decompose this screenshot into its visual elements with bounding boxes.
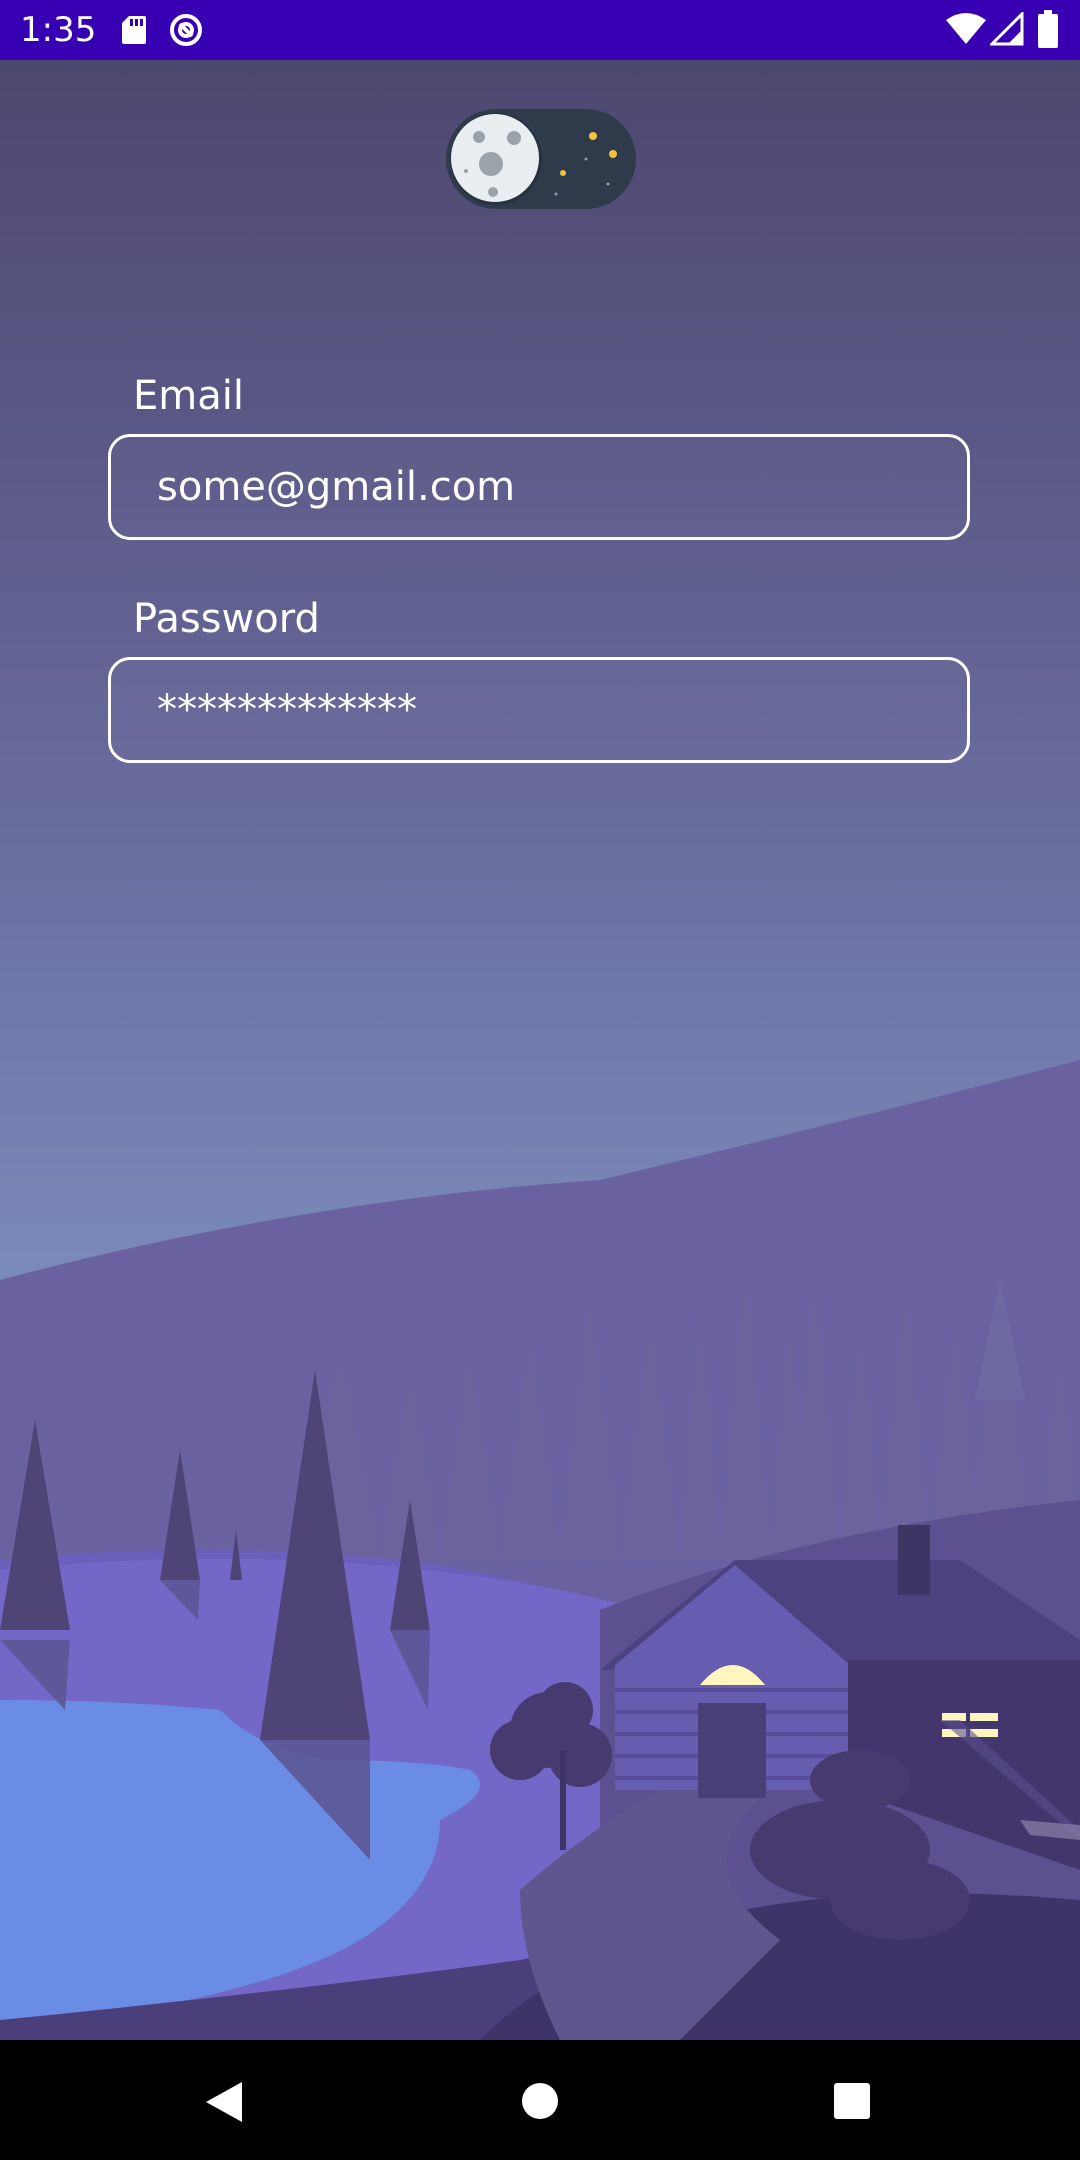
email-label: Email (133, 373, 244, 419)
email-field[interactable] (108, 434, 970, 540)
status-bar: 1:35 (0, 0, 1080, 60)
recents-icon[interactable] (833, 2082, 871, 2120)
back-icon[interactable] (204, 2080, 244, 2124)
cell-signal-icon (990, 12, 1024, 46)
password-input[interactable] (157, 660, 937, 760)
status-time: 1:35 (20, 10, 97, 50)
moon-icon (446, 109, 636, 209)
navigation-bar (0, 2040, 1080, 2160)
battery-icon (1038, 10, 1058, 48)
email-input[interactable] (157, 437, 937, 537)
wifi-icon (946, 13, 986, 44)
theme-toggle[interactable] (446, 109, 636, 209)
sd-card-icon (122, 16, 146, 44)
password-label: Password (133, 596, 320, 642)
sync-icon (170, 14, 202, 46)
home-icon[interactable] (521, 2082, 559, 2120)
password-field[interactable] (108, 657, 970, 763)
night-landscape-illustration (0, 1060, 1080, 2040)
login-screen: Email Password (0, 60, 1080, 2040)
